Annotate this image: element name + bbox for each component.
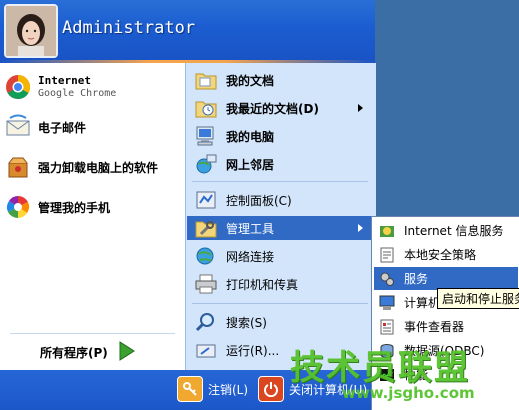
places-item-network-places[interactable]: 网上邻居	[192, 151, 370, 177]
event-viewer-icon	[378, 318, 396, 336]
network-places-icon	[192, 150, 220, 178]
places-item-my-computer[interactable]: 我的电脑	[192, 123, 370, 149]
user-name: Administrator	[62, 18, 196, 38]
places-item-label: 我的文档	[226, 73, 275, 88]
right-separator	[192, 181, 368, 182]
pinned-item-uninstall[interactable]: 强力卸载电脑上的软件	[4, 151, 158, 183]
watermark-url: www.jsgho.com	[342, 384, 475, 402]
places-item-printers[interactable]: 打印机和传真	[192, 271, 370, 297]
watermark: 技术员联盟	[290, 348, 470, 388]
control-panel-icon	[192, 186, 220, 214]
user-avatar[interactable]	[4, 4, 58, 58]
printer-icon	[192, 270, 220, 298]
places-item-label: 网络连接	[226, 249, 275, 264]
phone-manager-icon	[4, 193, 32, 221]
pinned-item-subtitle: Google Chrome	[38, 88, 117, 99]
left-pane: Internet Google Chrome 电子邮件 强力卸载电脑上的软件 管…	[0, 63, 185, 370]
places-item-label: 我的电脑	[226, 129, 275, 144]
logoff-label: 注销(L)	[208, 382, 249, 397]
chrome-icon	[4, 73, 32, 101]
documents-folder-icon	[192, 66, 220, 94]
security-policy-icon	[378, 246, 396, 264]
user-avatar-image	[6, 6, 56, 56]
submenu-item-services[interactable]: 服务	[374, 267, 518, 290]
logoff-button[interactable]: 注销(L)	[177, 376, 248, 402]
green-arrow-icon	[118, 340, 136, 364]
pinned-item-label: 电子邮件	[38, 120, 87, 135]
uninstall-icon	[4, 153, 32, 181]
email-icon	[4, 113, 32, 141]
places-item-search[interactable]: 搜索(S)	[192, 309, 370, 335]
places-item-recent-documents[interactable]: 我最近的文档(D)	[192, 95, 370, 121]
start-menu: Administrator Internet Google Chrome 电子邮…	[0, 0, 519, 410]
power-icon	[258, 376, 284, 402]
pinned-item-internet[interactable]: Internet Google Chrome	[4, 71, 116, 103]
pinned-item-phone-manager[interactable]: 管理我的手机	[4, 191, 110, 223]
pinned-item-email[interactable]: 电子邮件	[4, 111, 86, 143]
all-programs-label: 所有程序(P)	[40, 345, 108, 360]
network-connections-icon	[192, 242, 220, 270]
all-programs-button[interactable]: 所有程序(P)	[40, 339, 136, 365]
submenu-item-event-viewer[interactable]: 事件查看器	[374, 315, 518, 338]
iis-icon	[378, 222, 396, 240]
computer-icon	[192, 122, 220, 150]
places-item-label: 我最近的文档(D)	[226, 101, 319, 116]
services-tooltip: 启动和停止服务	[437, 288, 519, 309]
places-item-network-connections[interactable]: 网络连接	[192, 243, 370, 269]
run-icon	[192, 336, 220, 364]
key-icon	[177, 376, 203, 402]
admin-tools-icon	[192, 214, 220, 242]
submenu-item-label: Internet 信息服务	[404, 224, 504, 238]
places-item-label: 控制面板(C)	[226, 193, 292, 208]
computer-management-icon	[378, 294, 396, 312]
places-item-label: 运行(R)...	[226, 343, 280, 358]
pinned-item-label: 强力卸载电脑上的软件	[38, 160, 159, 175]
places-item-admin-tools[interactable]: 管理工具	[187, 216, 373, 240]
submenu-item-label: 事件查看器	[404, 320, 465, 334]
places-item-label: 网上邻居	[226, 157, 275, 172]
places-item-label: 打印机和传真	[226, 277, 299, 292]
recent-documents-icon	[192, 94, 220, 122]
places-item-my-documents[interactable]: 我的文档	[192, 67, 370, 93]
pinned-item-title: Internet	[38, 74, 91, 87]
submenu-arrow-icon	[358, 104, 363, 112]
places-item-control-panel[interactable]: 控制面板(C)	[192, 187, 370, 213]
submenu-item-label: 本地安全策略	[404, 248, 477, 262]
submenu-item-iis[interactable]: Internet 信息服务	[374, 219, 518, 242]
places-item-label: 管理工具	[226, 221, 275, 236]
submenu-item-label: 服务	[404, 272, 429, 286]
right-separator	[192, 303, 368, 304]
search-icon	[192, 308, 220, 336]
submenu-arrow-icon	[358, 224, 363, 232]
places-item-label: 搜索(S)	[226, 315, 267, 330]
left-separator	[10, 333, 175, 334]
right-pane: 我的文档 我最近的文档(D) 我的电脑 网上邻居 控制面板(C) 管理工具 网络…	[185, 63, 376, 370]
services-icon	[378, 270, 396, 288]
start-menu-header: Administrator	[0, 0, 375, 60]
pinned-item-label: 管理我的手机	[38, 200, 111, 215]
submenu-item-security-policy[interactable]: 本地安全策略	[374, 243, 518, 266]
